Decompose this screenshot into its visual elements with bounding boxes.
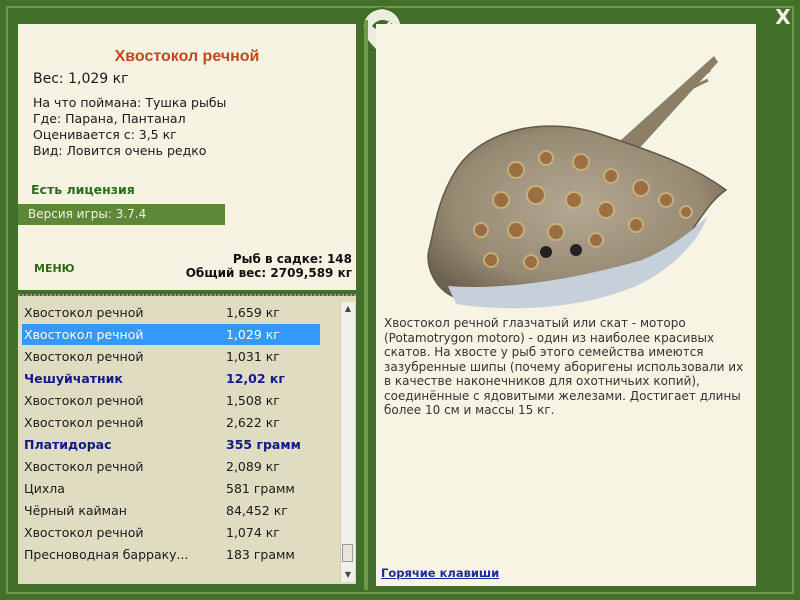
bait-info: На что поймана: Тушка рыбы [33, 95, 227, 110]
list-item[interactable]: Чешуйчатник 12,02 кг [22, 368, 320, 389]
fish-info-panel: Хвостокол речной Вес: 1,029 кг На что по… [18, 24, 356, 296]
stingray-image [427, 56, 728, 309]
list-item[interactable]: Хвостокол речной 1,659 кг [22, 302, 320, 323]
scroll-up-icon[interactable]: ▲ [341, 302, 355, 316]
fish-description: Хвостокол речной глазчатый или скат - мо… [384, 316, 744, 417]
list-item-selected[interactable]: Хвостокол речной 1,029 кг [22, 324, 320, 345]
catch-list: Хвостокол речной 1,659 кг Хвостокол речно… [18, 296, 356, 584]
close-button[interactable]: X [770, 4, 796, 30]
version-bar: Версия игры: 3.7.4 [18, 204, 225, 225]
rarity-info: Вид: Ловится очень редко [33, 143, 207, 158]
list-item[interactable]: Платидорас 355 грамм [22, 434, 320, 455]
keepnet-stats: Рыб в садке: 148 Общий вес: 2709,589 кг [186, 252, 352, 280]
scroll-down-icon[interactable]: ▼ [341, 568, 355, 582]
fish-title: Хвостокол речной [114, 48, 260, 65]
list-item[interactable]: Хвостокол речной 2,622 кг [22, 412, 320, 433]
license-status: Есть лицензия [31, 182, 135, 197]
value-info: Оценивается с: 3,5 кг [33, 127, 177, 142]
location-info: Где: Парана, Пантанал [33, 111, 186, 126]
list-item[interactable]: Чёрный кайман 84,452 кг [22, 500, 320, 521]
total-weight: Общий вес: 2709,589 кг [185, 266, 352, 280]
list-item[interactable]: Пресноводная барраку... 183 грамм [22, 544, 320, 565]
list-item[interactable]: Цихла 581 грамм [22, 478, 320, 499]
fish-weight: Вес: 1,029 кг [33, 71, 129, 87]
fish-count: Рыб в садке: 148 [232, 252, 352, 266]
hotkeys-link[interactable]: Горячие клавиши [381, 566, 499, 580]
list-item[interactable]: Хвостокол речной 1,508 кг [22, 390, 320, 411]
list-item[interactable]: Хвостокол речной 2,089 кг [22, 456, 320, 477]
list-item[interactable]: Хвостокол речной 1,031 кг [22, 346, 320, 367]
panel-divider [364, 20, 368, 590]
fish-detail-panel: Хвостокол речной глазчатый или скат - мо… [376, 24, 756, 586]
list-item[interactable]: Хвостокол речной 1,074 кг [22, 522, 320, 543]
scroll-thumb[interactable] [342, 544, 353, 562]
menu-button[interactable]: МЕНЮ [34, 262, 75, 275]
list-scrollbar[interactable]: ▲ ▼ [340, 302, 355, 582]
